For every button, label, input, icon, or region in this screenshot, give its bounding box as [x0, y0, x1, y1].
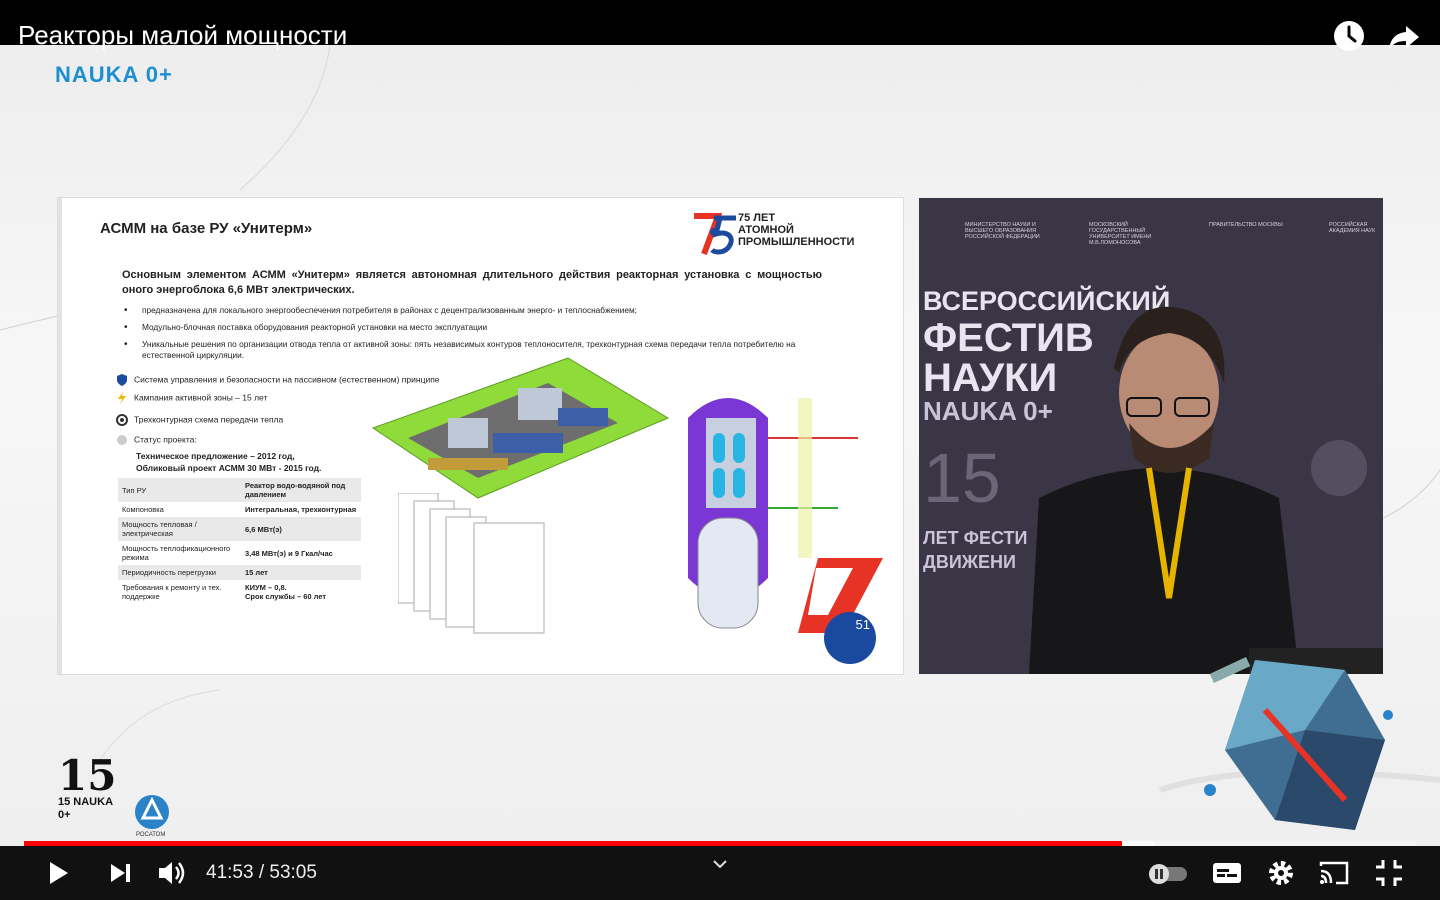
table-row: Мощность теплофикационного режима 3,48 МВ…	[122, 544, 333, 562]
nauka-logo: NAUKA 0+	[55, 62, 173, 87]
table-row: Тип РУ Реактор водо-водяной под давлением	[118, 478, 361, 502]
video-frame[interactable]: Реакторы малой мощности NAUKA 0+ АСММ на…	[0, 0, 1440, 900]
table-row: Требования к ремонту и тех. поддержке КИУ…	[122, 583, 327, 601]
video-title[interactable]: Реакторы малой мощности	[18, 20, 347, 51]
play-icon[interactable]	[40, 856, 74, 890]
exit-fullscreen-icon[interactable]	[1372, 856, 1406, 890]
rosatom-label: РОСАТОМ	[136, 832, 166, 838]
project-status: Техническое предложение – 2012 год, Обли…	[136, 451, 322, 473]
next-icon[interactable]	[103, 856, 137, 890]
time-display: 41:53 / 53:05	[206, 862, 317, 883]
slide-edge	[58, 198, 62, 674]
player-controls: 41:53 / 53:05	[0, 846, 1440, 900]
anniversary-75-logo	[694, 213, 736, 256]
nauka-15-logo: 15 15 NAUKA 0+	[58, 751, 117, 822]
table-row: Компоновка Интегральная, трехконтурная	[122, 505, 357, 514]
slide-lead-text: Основным элементом АСММ «Унитерм» являет…	[122, 269, 822, 296]
table-row: Мощность тепловая / электрическая 6,6 МВт…	[118, 517, 361, 541]
feature-status: Статус проекта:	[116, 434, 197, 446]
settings-gear-icon[interactable]	[1264, 856, 1298, 890]
festival-crystal-illustration	[1204, 657, 1393, 830]
feature-circuit: Трехконтурная схема передачи тепла	[116, 414, 283, 426]
speaker-camera: МИНИСТЕРСТВО НАУКИ И ВЫСШЕГО ОБРАЗОВАНИЯ…	[919, 198, 1383, 674]
speaker-illustration	[1029, 306, 1383, 674]
spec-table: Тип РУ Реактор водо-водяной под давлением…	[118, 478, 361, 604]
presentation-slide: АСММ на базе РУ «Унитерм» 75 ЛЕТ АТОМНОЙ…	[58, 198, 903, 674]
bullet-item: предназначена для локального энергообесп…	[122, 305, 822, 316]
shield-icon	[117, 374, 127, 386]
slide-page-number: 51	[824, 612, 876, 664]
slide-title: АСММ на базе РУ «Унитерм»	[100, 220, 313, 237]
clock-icon[interactable]	[1331, 18, 1367, 54]
anniversary-text: 75 ЛЕТ АТОМНОЙ ПРОМЫШЛЕННОСТИ	[738, 212, 855, 248]
lightning-icon	[118, 392, 126, 404]
subtitles-icon[interactable]	[1210, 856, 1244, 890]
plant-layout-illustration	[371, 357, 670, 499]
circuit-icon	[116, 414, 128, 426]
volume-icon[interactable]	[155, 856, 189, 890]
documents-stack-illustration	[398, 493, 545, 634]
share-icon[interactable]	[1386, 18, 1422, 54]
feature-campaign: Кампания активной зоны – 15 лет	[116, 392, 267, 404]
table-row: Периодичность перегрузки 15 лет	[118, 565, 361, 580]
bullet-item: Модульно-блочная поставка оборудования р…	[122, 322, 822, 333]
status-icon	[117, 435, 127, 445]
cast-icon[interactable]	[1317, 856, 1351, 890]
chevron-down-icon[interactable]	[711, 858, 729, 870]
autoplay-toggle[interactable]	[1145, 856, 1191, 890]
